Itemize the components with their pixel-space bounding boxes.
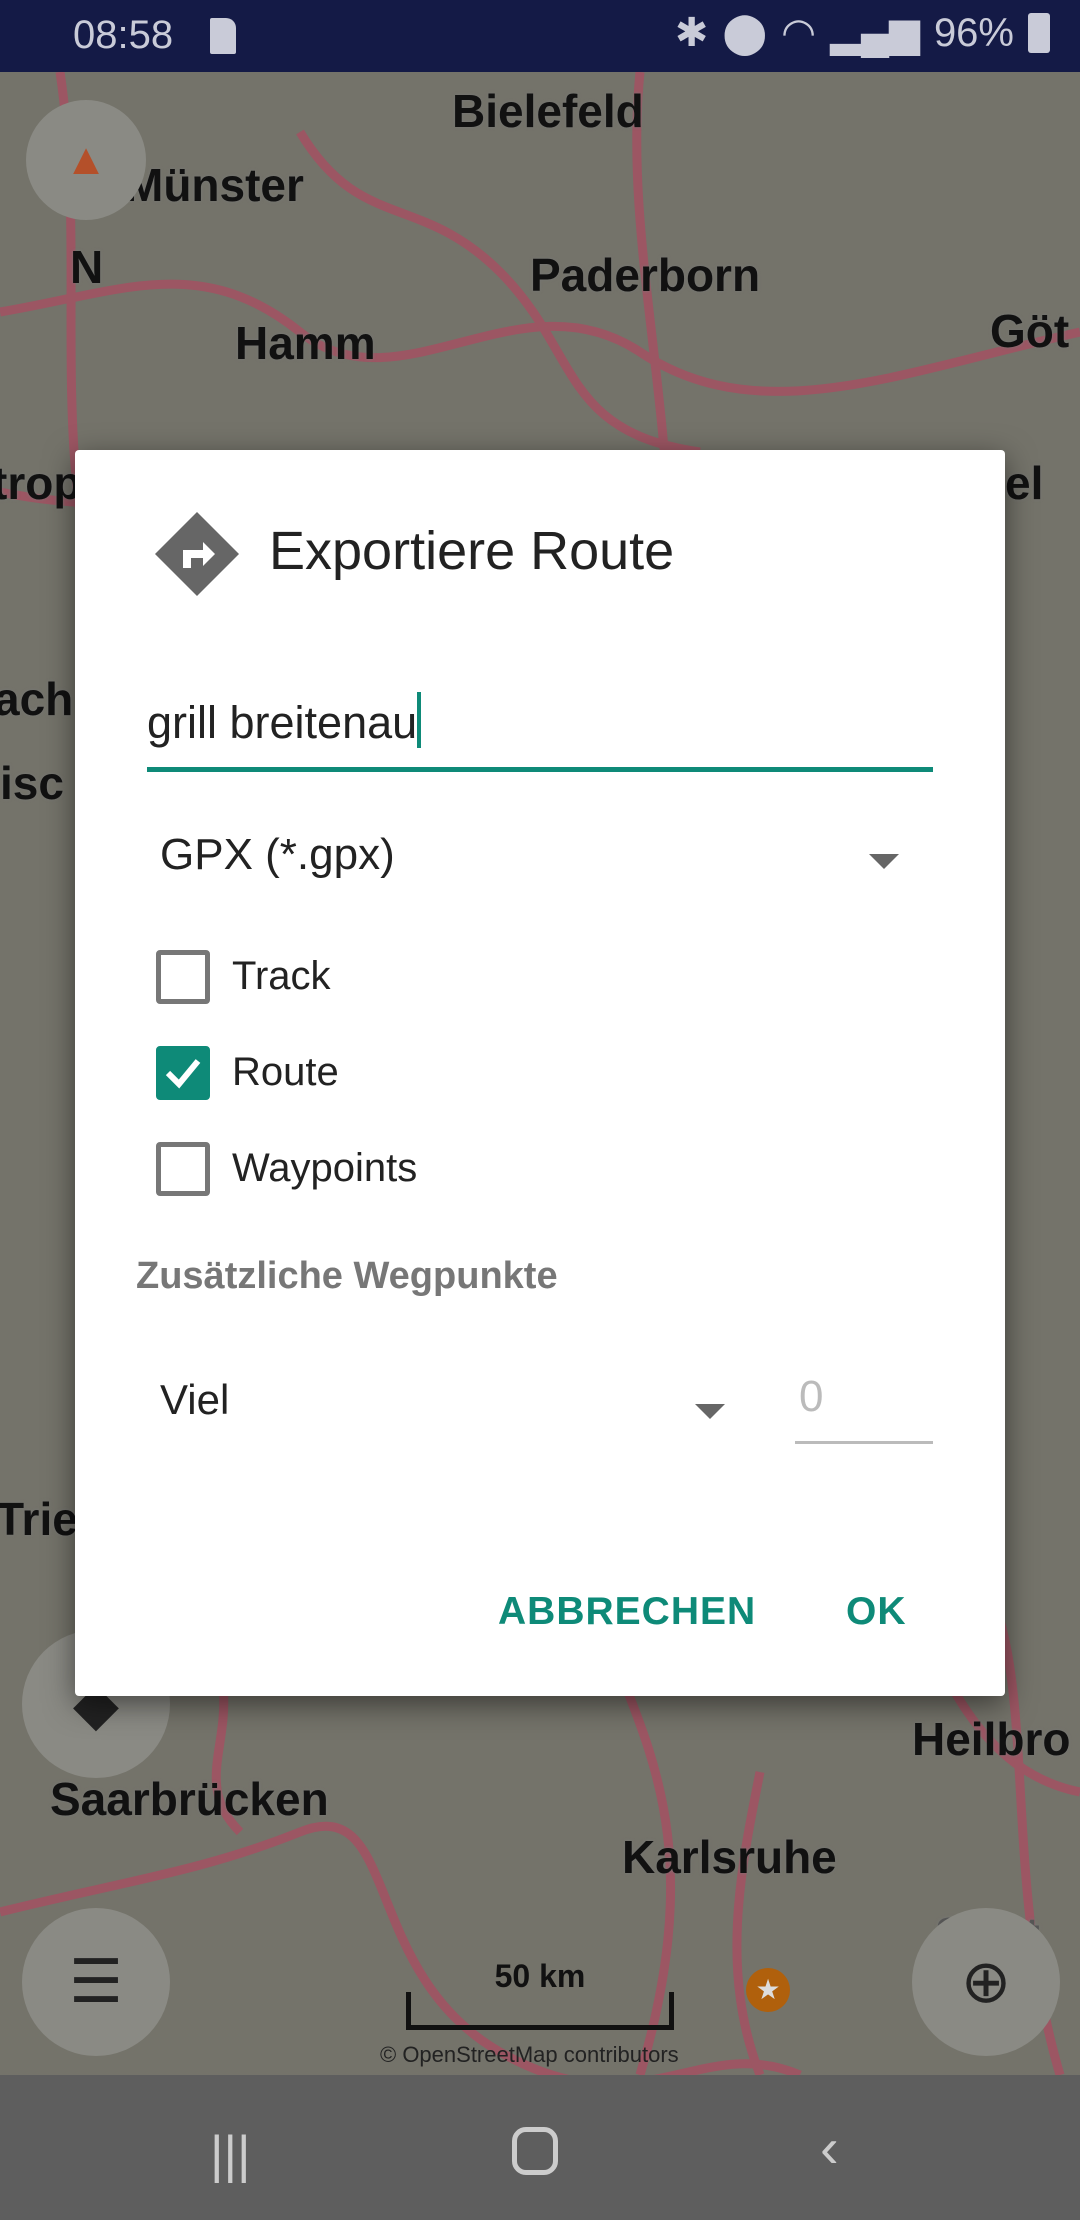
- track-checkbox[interactable]: [156, 950, 210, 1004]
- map-label: isc: [0, 757, 64, 809]
- map-label: trop: [0, 457, 82, 509]
- route-label: Route: [232, 1050, 339, 1094]
- clock: 08:58: [73, 13, 174, 57]
- waypoint-count-input[interactable]: 0: [795, 1372, 933, 1444]
- route-name-input[interactable]: grill breitenau: [147, 680, 933, 772]
- wifi-icon: ◠: [781, 11, 817, 55]
- map-label: Göt: [990, 305, 1070, 357]
- map-attribution: © OpenStreetMap contributors: [380, 2042, 679, 2067]
- sim-settings-icon: [210, 18, 236, 54]
- dropdown-arrow-icon: [695, 1404, 725, 1419]
- ok-button[interactable]: OK: [846, 1590, 907, 1634]
- waypoints-checkbox[interactable]: [156, 1142, 210, 1196]
- map-label: Bielefeld: [452, 85, 644, 137]
- map-label: Heilbro: [912, 1713, 1071, 1765]
- map-label: Saarbrücken: [50, 1773, 329, 1825]
- format-dropdown[interactable]: GPX (*.gpx): [147, 820, 933, 900]
- map-label: Trie: [0, 1493, 78, 1545]
- waypoints-label: Waypoints: [232, 1146, 418, 1190]
- map-label: N: [70, 241, 104, 293]
- back-button[interactable]: ‹: [820, 2115, 839, 2180]
- directions-icon: [155, 512, 239, 596]
- route-checkbox[interactable]: [156, 1046, 210, 1100]
- waypoint-density-dropdown[interactable]: Viel: [147, 1368, 807, 1448]
- map-label: Paderborn: [530, 249, 761, 301]
- compass-button[interactable]: ▲: [26, 100, 146, 220]
- checkmark-icon: [165, 1059, 201, 1089]
- navigation-bar: ||| ‹: [0, 2075, 1080, 2220]
- track-label: Track: [232, 954, 331, 998]
- crosshair-icon: ⊕: [960, 1948, 1012, 2015]
- dropdown-arrow-icon: [869, 854, 899, 869]
- dialog-title: Exportiere Route: [269, 521, 675, 581]
- battery-level: 96%: [933, 10, 1014, 55]
- location-icon: ⬤: [722, 11, 768, 55]
- battery-icon: [1028, 13, 1050, 53]
- map-label: el: [1005, 457, 1044, 509]
- home-button[interactable]: [512, 2127, 558, 2175]
- map-label: Münster: [125, 159, 304, 211]
- signal-icon: ▂▄▆: [830, 11, 920, 55]
- map-label: ach: [0, 673, 74, 725]
- my-location-button[interactable]: ⊕: [912, 1908, 1060, 2056]
- status-bar: 08:58 ✱ ⬤ ◠ ▂▄▆ 96%: [0, 0, 1080, 72]
- cancel-button[interactable]: ABBRECHEN: [498, 1590, 756, 1634]
- menu-button[interactable]: ☰: [22, 1908, 170, 2056]
- recent-apps-button[interactable]: |||: [210, 2125, 251, 2185]
- compass-icon: ▲: [64, 135, 108, 184]
- section-label: Zusätzliche Wegpunkte: [136, 1255, 558, 1297]
- map-label: Karlsruhe: [622, 1831, 837, 1883]
- text-cursor: [417, 692, 422, 748]
- export-route-dialog: Exportiere Route grill breitenau GPX (*.…: [75, 450, 1005, 1696]
- menu-icon: ☰: [69, 1948, 123, 2015]
- map-label: Hamm: [235, 317, 376, 369]
- bluetooth-icon: ✱: [674, 11, 709, 55]
- scale-bar: 50 km: [406, 1958, 674, 2030]
- favorite-poi-icon[interactable]: ★: [746, 1968, 790, 2012]
